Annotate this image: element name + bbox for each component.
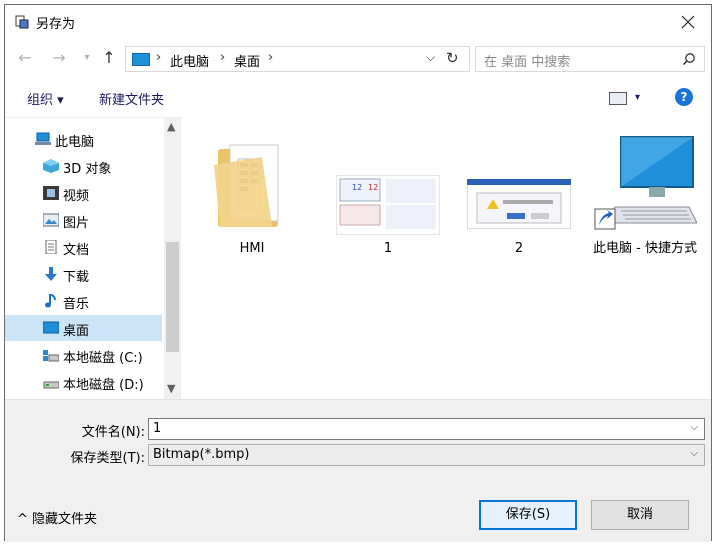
- breadcrumb-desktop[interactable]: 桌面: [234, 51, 260, 70]
- organize-button[interactable]: 组织 ▾: [27, 89, 64, 108]
- download-icon: [45, 267, 57, 281]
- tree-item-label: 3D 对象: [63, 162, 112, 177]
- scroll-up-icon[interactable]: ▲: [167, 120, 175, 133]
- chevron-down-icon[interactable]: ⌵: [690, 448, 698, 459]
- refresh-icon[interactable]: ↻: [446, 49, 459, 67]
- file-item-2[interactable]: 2: [459, 131, 579, 281]
- navigation-pane: 此电脑 3D 对象 视频 图片 文档 下载 音乐 桌面 本地磁盘 (C:) 本地…: [5, 117, 183, 400]
- file-name: 2: [514, 241, 524, 256]
- file-name: 此电脑 - 快捷方式: [593, 241, 697, 256]
- desktop-location-icon: [132, 53, 150, 66]
- tree-item-label: 本地磁盘 (C:): [63, 351, 143, 366]
- drive-d-icon: [43, 381, 59, 389]
- file-item-1[interactable]: 12 12 1: [328, 131, 448, 281]
- search-box[interactable]: 在 桌面 中搜索: [475, 46, 705, 72]
- tree-item-3d-objects[interactable]: 3D 对象: [5, 153, 162, 179]
- search-input[interactable]: 在 桌面 中搜索: [484, 51, 570, 70]
- back-arrow-icon[interactable]: ←: [15, 49, 35, 67]
- thumbnail-value-a: 12: [352, 183, 363, 192]
- file-item-this-pc-shortcut[interactable]: 此电脑 - 快捷方式: [585, 131, 705, 281]
- breadcrumb-this-pc[interactable]: 此电脑: [170, 51, 209, 70]
- tree-item-documents[interactable]: 文档: [5, 234, 162, 260]
- tree-item-music[interactable]: 音乐: [5, 288, 162, 314]
- tree-item-drive-d[interactable]: 本地磁盘 (D:): [5, 369, 162, 395]
- filename-value: 1: [153, 421, 162, 436]
- tree-item-label: 此电脑: [55, 135, 95, 150]
- tree-item-videos[interactable]: 视频: [5, 180, 162, 206]
- file-name: 1: [383, 241, 393, 256]
- hide-folders-toggle[interactable]: ^ 隐藏文件夹: [17, 508, 97, 527]
- up-arrow-icon[interactable]: ↑: [99, 49, 119, 67]
- tree-item-label: 音乐: [63, 297, 90, 312]
- save-as-dialog: 另存为 ← → ▾ ↑ › 此电脑 › 桌面 › ⌵ ↻ 在 桌面 中搜索 组织…: [4, 4, 712, 542]
- tree-item-label: 文档: [63, 243, 90, 258]
- scroll-down-icon[interactable]: ▼: [167, 382, 175, 395]
- tree-item-label: 图片: [63, 216, 90, 231]
- help-icon[interactable]: ?: [675, 88, 693, 106]
- pictures-icon: [43, 213, 59, 227]
- save-button[interactable]: 保存(S): [479, 500, 577, 530]
- filename-input[interactable]: 1 ⌵: [148, 418, 705, 440]
- save-dialog-icon: [15, 15, 29, 29]
- navigation-bar: ← → ▾ ↑ › 此电脑 › 桌面 › ⌵ ↻ 在 桌面 中搜索: [5, 43, 711, 73]
- tree-item-label: 视频: [63, 189, 90, 204]
- save-options-panel: 文件名(N): 1 ⌵ 保存类型(T): Bitmap(*.bmp) ⌵ ^ 隐…: [5, 399, 711, 542]
- address-bar[interactable]: › 此电脑 › 桌面 › ⌵ ↻: [125, 46, 470, 72]
- music-icon: [45, 294, 56, 308]
- tree-item-this-pc[interactable]: 此电脑: [5, 126, 162, 152]
- video-icon: [43, 186, 59, 200]
- filetype-label: 保存类型(T):: [70, 451, 145, 466]
- recent-locations-chevron-icon[interactable]: ▾: [77, 49, 97, 67]
- close-button[interactable]: [665, 5, 711, 39]
- search-icon: [682, 53, 695, 66]
- tree-item-desktop[interactable]: 桌面: [5, 315, 162, 341]
- documents-icon: [45, 240, 57, 254]
- desktop-icon: [43, 321, 59, 334]
- 3d-objects-icon: [43, 159, 59, 173]
- tree-item-pictures[interactable]: 图片: [5, 207, 162, 233]
- command-toolbar: 组织 ▾ 新建文件夹 ▾ ?: [5, 83, 711, 113]
- forward-arrow-icon[interactable]: →: [49, 49, 69, 67]
- new-folder-button[interactable]: 新建文件夹: [99, 89, 164, 108]
- tree-item-downloads[interactable]: 下载: [5, 261, 162, 287]
- title-bar: 另存为: [5, 5, 711, 39]
- path-separator-icon[interactable]: ›: [220, 50, 225, 65]
- tree-item-label: 本地磁盘 (D:): [63, 378, 144, 393]
- path-separator-icon[interactable]: ›: [156, 50, 161, 65]
- file-list: HMI 12 12 1 2 此电脑 - 快捷方式: [183, 117, 711, 399]
- cancel-button[interactable]: 取消: [591, 500, 689, 530]
- filename-label: 文件名(N):: [81, 425, 145, 440]
- path-separator-icon[interactable]: ›: [268, 50, 273, 65]
- file-name: HMI: [239, 241, 265, 256]
- computer-shortcut-icon: [594, 136, 697, 230]
- drive-c-icon: [43, 350, 59, 362]
- filetype-select[interactable]: Bitmap(*.bmp) ⌵: [148, 444, 705, 466]
- navigation-scrollbar[interactable]: ▲ ▼: [164, 118, 181, 400]
- tree-item-drive-c[interactable]: 本地磁盘 (C:): [5, 342, 162, 368]
- image-thumbnail-icon: [467, 179, 571, 229]
- address-dropdown-icon[interactable]: ⌵: [426, 50, 435, 65]
- window-title: 另存为: [36, 17, 76, 32]
- tree-item-label: 桌面: [63, 324, 90, 339]
- thumbnail-value-b: 12: [368, 183, 379, 192]
- chevron-down-icon[interactable]: ⌵: [690, 422, 698, 433]
- scroll-thumb[interactable]: [166, 242, 179, 352]
- view-options-icon[interactable]: [609, 92, 627, 105]
- filetype-value: Bitmap(*.bmp): [153, 447, 250, 462]
- folder-icon: [214, 144, 279, 227]
- file-item-hmi[interactable]: HMI: [192, 131, 312, 281]
- tree-item-label: 下载: [63, 270, 90, 285]
- close-icon: [681, 15, 695, 29]
- computer-icon: [35, 132, 51, 145]
- view-dropdown-icon[interactable]: ▾: [635, 92, 640, 103]
